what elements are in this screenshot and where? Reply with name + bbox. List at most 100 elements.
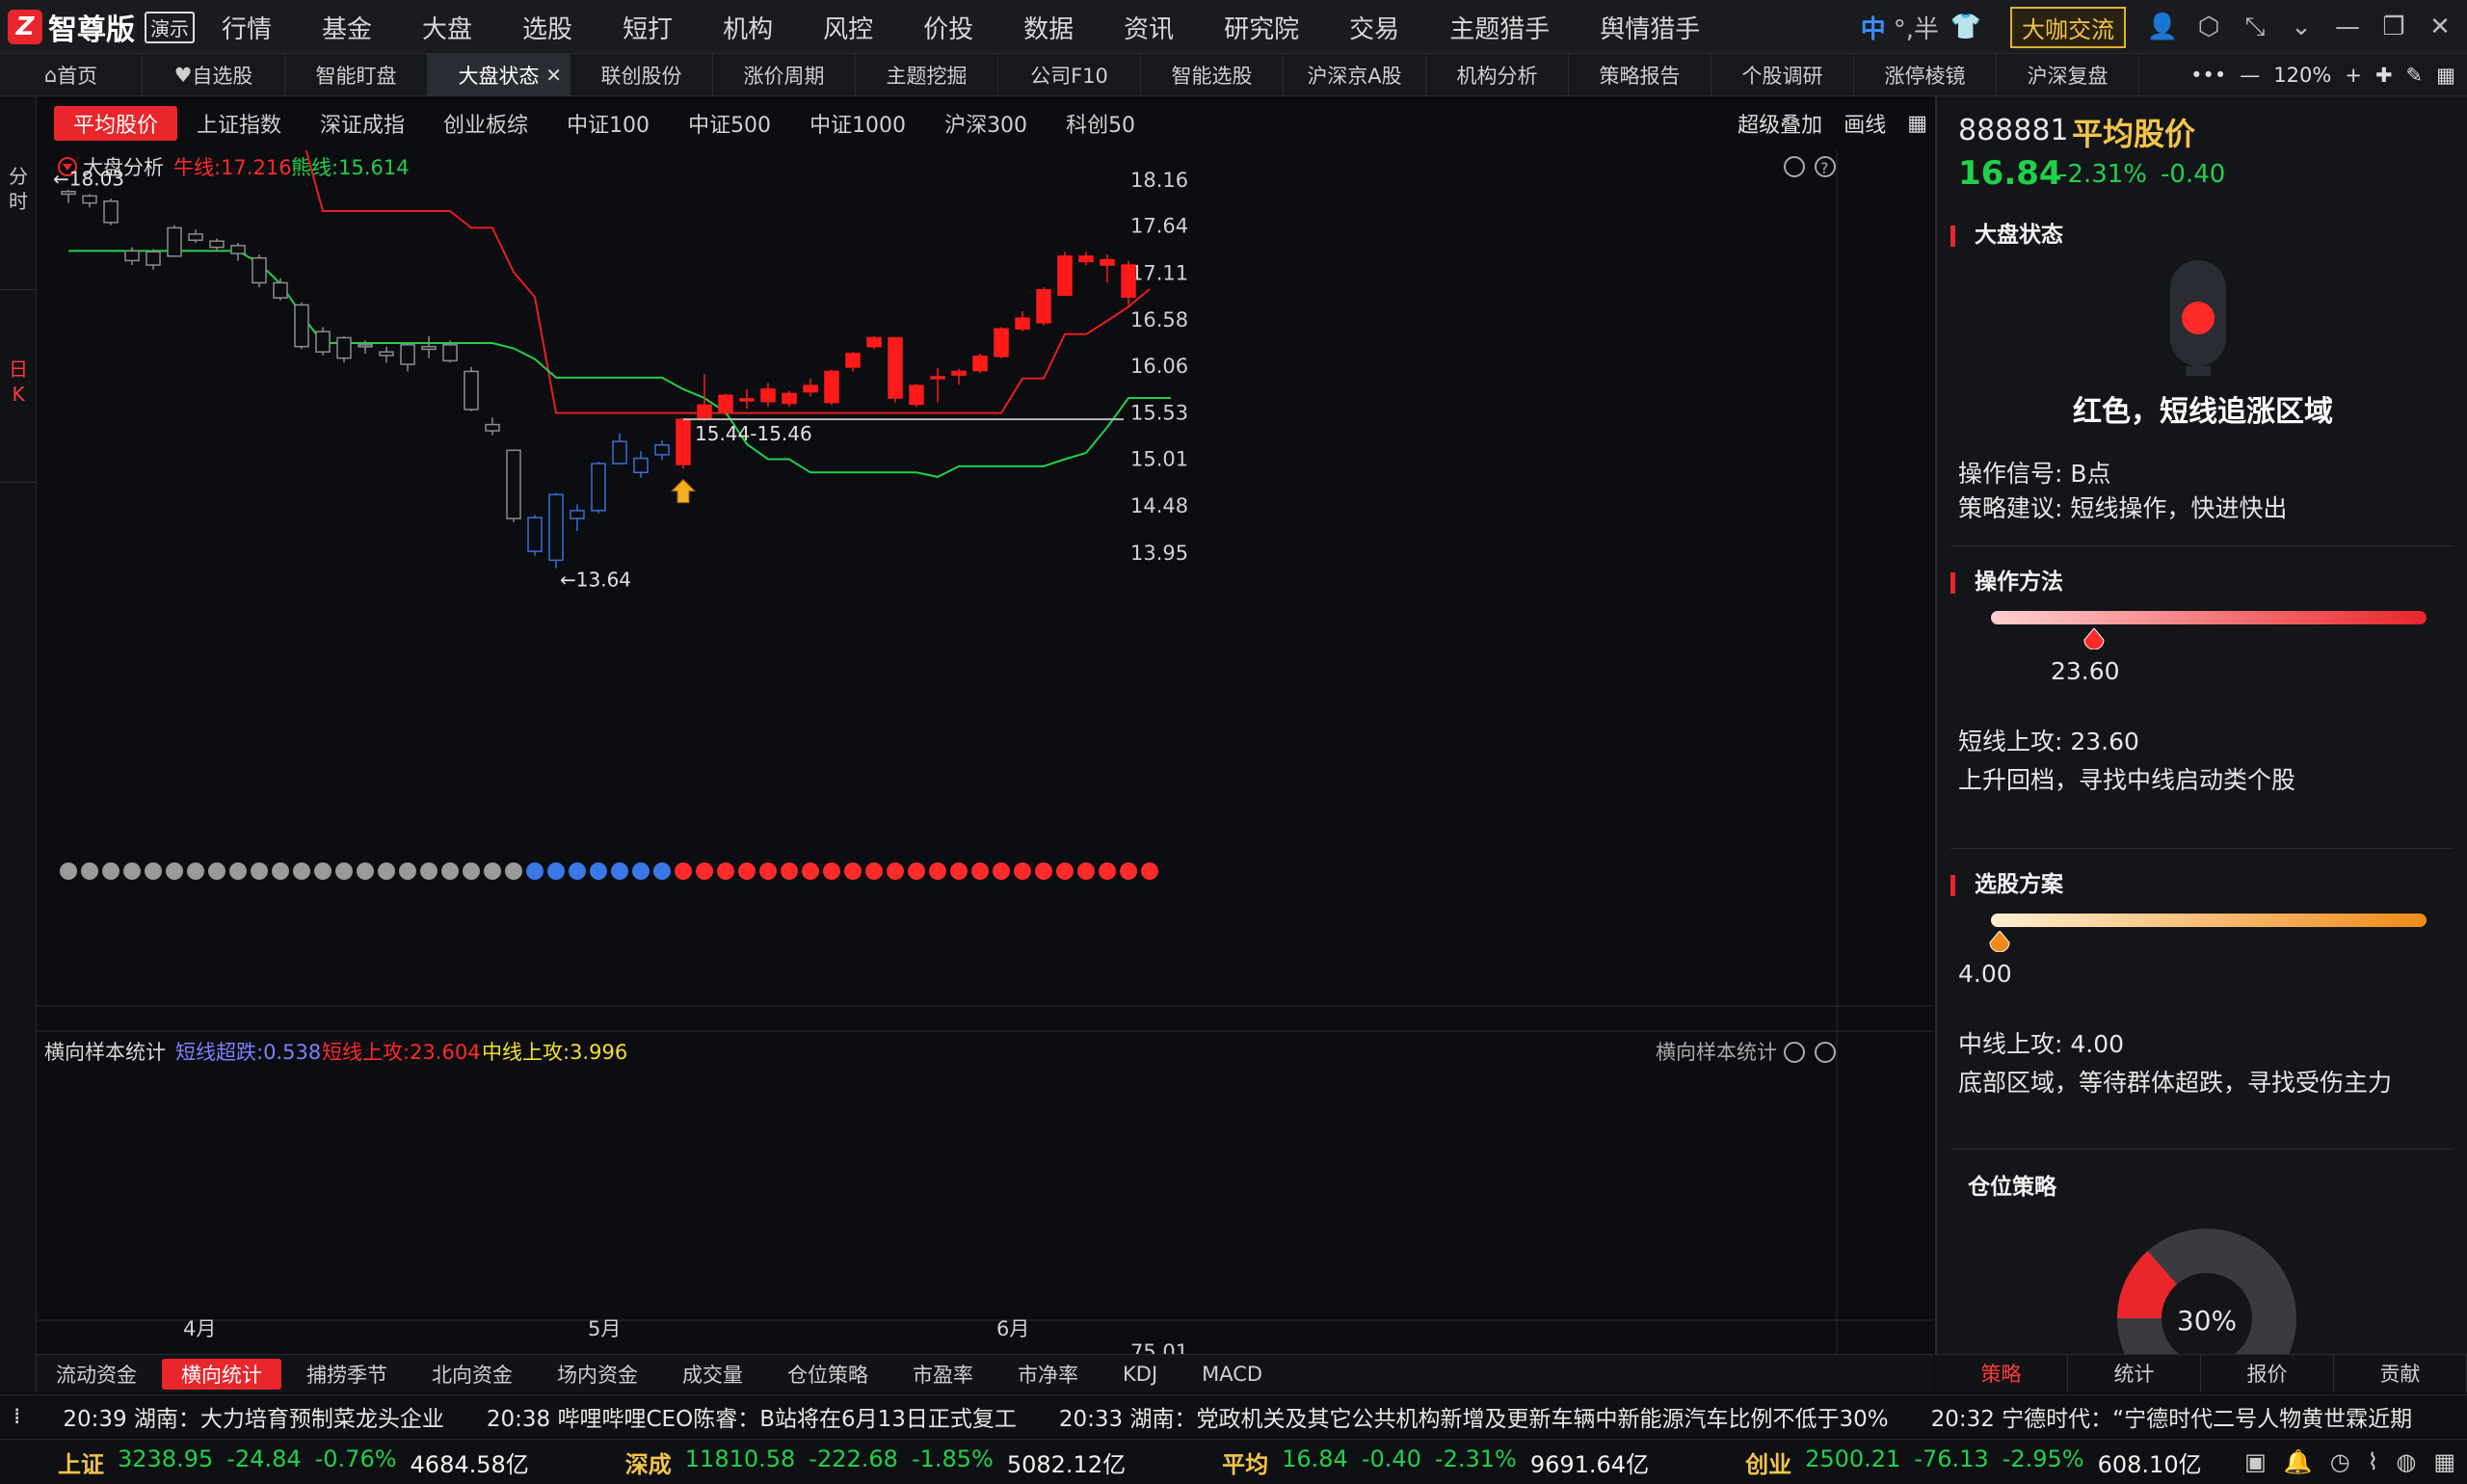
menu-item[interactable]: 交易: [1349, 10, 1399, 45]
signal-dot[interactable]: [929, 862, 946, 880]
candle[interactable]: [888, 336, 903, 403]
signal-dot[interactable]: [208, 862, 225, 880]
signal-dot[interactable]: [60, 862, 77, 880]
candle[interactable]: [103, 199, 119, 225]
news-collapse-icon[interactable]: ⁞: [13, 1404, 20, 1429]
right-tab-2[interactable]: 报价: [2201, 1355, 2334, 1392]
tab-6[interactable]: 主题挖掘: [856, 54, 998, 96]
menu-item[interactable]: 舆情猎手: [1600, 10, 1700, 45]
signal-dot[interactable]: [781, 862, 798, 880]
menu-item[interactable]: 短打: [623, 10, 673, 45]
signal-dot[interactable]: [526, 862, 544, 880]
signal-dot[interactable]: [1056, 862, 1074, 880]
tab-close-icon[interactable]: ✕: [545, 64, 562, 87]
zoom-in-icon[interactable]: +: [2345, 64, 2362, 87]
indicator-tab-10[interactable]: MACD: [1182, 1359, 1282, 1390]
index-tab-8[interactable]: 科创50: [1047, 106, 1154, 141]
signal-dot[interactable]: [335, 862, 353, 880]
indicator-tab-2[interactable]: 捕捞季节: [287, 1359, 407, 1390]
signal-dot[interactable]: [632, 862, 650, 880]
indicator-tab-3[interactable]: 北向资金: [412, 1359, 532, 1390]
indicator-tab-4[interactable]: 场内资金: [538, 1359, 657, 1390]
signal-dot[interactable]: [611, 862, 628, 880]
indicator-tab-8[interactable]: 市净率: [998, 1359, 1098, 1390]
bell-icon[interactable]: 🔔: [2284, 1448, 2313, 1475]
index-tab-2[interactable]: 深证成指: [301, 106, 424, 141]
shrink-icon[interactable]: ⤡: [2236, 8, 2274, 46]
signal-dot[interactable]: [463, 862, 480, 880]
status-2[interactable]: 平均 16.84 -0.40 -2.31% 9691.64亿: [1222, 1445, 1649, 1479]
menu-item[interactable]: 主题猎手: [1449, 10, 1550, 45]
signal-dot[interactable]: [971, 862, 989, 880]
candle[interactable]: [909, 384, 924, 408]
tab-12[interactable]: 个股调研: [1711, 54, 1854, 96]
restore-icon[interactable]: ❐: [2374, 8, 2413, 46]
grid-icon[interactable]: ▦: [2436, 64, 2455, 87]
signal-dot[interactable]: [251, 862, 268, 880]
draw-line-button[interactable]: 画线: [1844, 108, 1886, 139]
super-overlay-button[interactable]: 超级叠加: [1738, 108, 1822, 139]
chart-icon[interactable]: ⌇: [2368, 1448, 2379, 1475]
candle[interactable]: [591, 462, 606, 514]
grid-icon[interactable]: ▦: [2433, 1448, 2455, 1475]
signal-dot[interactable]: [717, 862, 734, 880]
signal-dot[interactable]: [357, 862, 374, 880]
status-0[interactable]: 上证 3238.95 -24.84 -0.76% 4684.58亿: [58, 1445, 529, 1479]
signal-dot[interactable]: [441, 862, 459, 880]
candle[interactable]: [294, 302, 309, 350]
globe-icon[interactable]: ◍: [2396, 1448, 2416, 1475]
signal-dot[interactable]: [145, 862, 162, 880]
signal-dot[interactable]: [865, 862, 883, 880]
zoom-out-icon[interactable]: —: [2240, 64, 2260, 87]
signal-dot[interactable]: [272, 862, 289, 880]
tab-13[interactable]: 涨停棱镜: [1854, 54, 1997, 96]
tab-9[interactable]: 沪深京A股: [1284, 54, 1426, 96]
tab-10[interactable]: 机构分析: [1426, 54, 1569, 96]
indicator-tab-7[interactable]: 市盈率: [893, 1359, 993, 1390]
ime-indicator[interactable]: 中: [1861, 8, 1886, 46]
menu-item[interactable]: 基金: [322, 10, 372, 45]
candle[interactable]: [824, 369, 839, 406]
indicator-tab-9[interactable]: KDJ: [1103, 1359, 1177, 1390]
signal-dot[interactable]: [908, 862, 925, 880]
candle[interactable]: [676, 418, 691, 469]
tab-2[interactable]: 智能盯盘: [285, 54, 428, 96]
more-icon[interactable]: •••: [2190, 64, 2226, 87]
index-tab-6[interactable]: 中证1000: [790, 106, 925, 141]
menu-item[interactable]: 机构: [723, 10, 773, 45]
candle[interactable]: [506, 449, 521, 522]
signal-dot[interactable]: [1099, 862, 1116, 880]
candle[interactable]: [548, 492, 564, 569]
tab-8[interactable]: 智能选股: [1141, 54, 1284, 96]
right-tab-0[interactable]: 策略: [1935, 1355, 2068, 1392]
news-item[interactable]: 20:33 湖南：党政机关及其它公共机构新增及更新车辆中新能源汽车比例不低于30…: [1059, 1400, 1889, 1433]
signal-dot[interactable]: [484, 862, 501, 880]
tab-5[interactable]: 涨价周期: [713, 54, 856, 96]
tab-7[interactable]: 公司F10: [998, 54, 1141, 96]
right-tab-1[interactable]: 统计: [2068, 1355, 2201, 1392]
signal-dot[interactable]: [759, 862, 777, 880]
menu-item[interactable]: 研究院: [1224, 10, 1299, 45]
signal-dot[interactable]: [123, 862, 141, 880]
clock-icon[interactable]: ◷: [2330, 1448, 2350, 1475]
menu-item[interactable]: 数据: [1023, 10, 1074, 45]
candle[interactable]: [1036, 287, 1051, 326]
shirt-icon[interactable]: 👕: [1947, 8, 1985, 46]
candle[interactable]: [527, 515, 543, 556]
candle[interactable]: [464, 366, 479, 411]
index-tab-3[interactable]: 创业板综: [424, 106, 547, 141]
signal-dot[interactable]: [547, 862, 565, 880]
indicator-tab-0[interactable]: 流动资金: [37, 1359, 156, 1390]
candle[interactable]: [972, 354, 988, 374]
half-width-indicator[interactable]: °,半: [1894, 8, 1939, 46]
signal-dot[interactable]: [420, 862, 438, 880]
signal-dot[interactable]: [187, 862, 204, 880]
indicator-tab-5[interactable]: 成交量: [663, 1359, 762, 1390]
signal-dot[interactable]: [950, 862, 968, 880]
right-tab-3[interactable]: 贡献: [2334, 1355, 2467, 1392]
status-1[interactable]: 深成 11810.58 -222.68 -1.85% 5082.12亿: [625, 1445, 1126, 1479]
signal-dot[interactable]: [675, 862, 692, 880]
signal-dot[interactable]: [81, 862, 98, 880]
index-tab-0[interactable]: 平均股价: [54, 106, 178, 141]
settings-hex-icon[interactable]: ⬡: [2189, 8, 2228, 46]
